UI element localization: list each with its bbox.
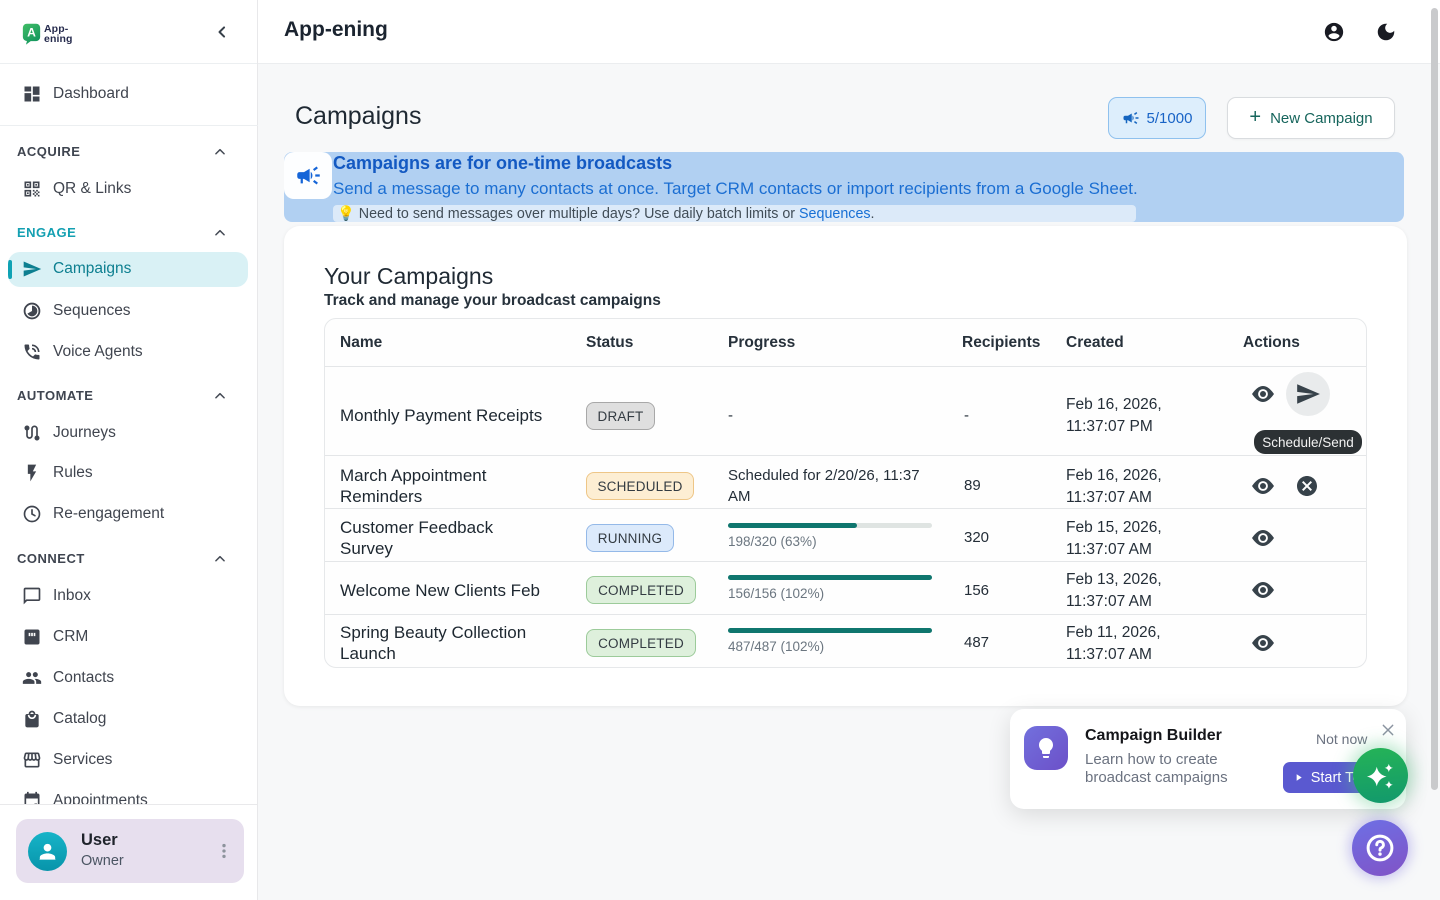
svg-text:A: A — [27, 25, 36, 39]
